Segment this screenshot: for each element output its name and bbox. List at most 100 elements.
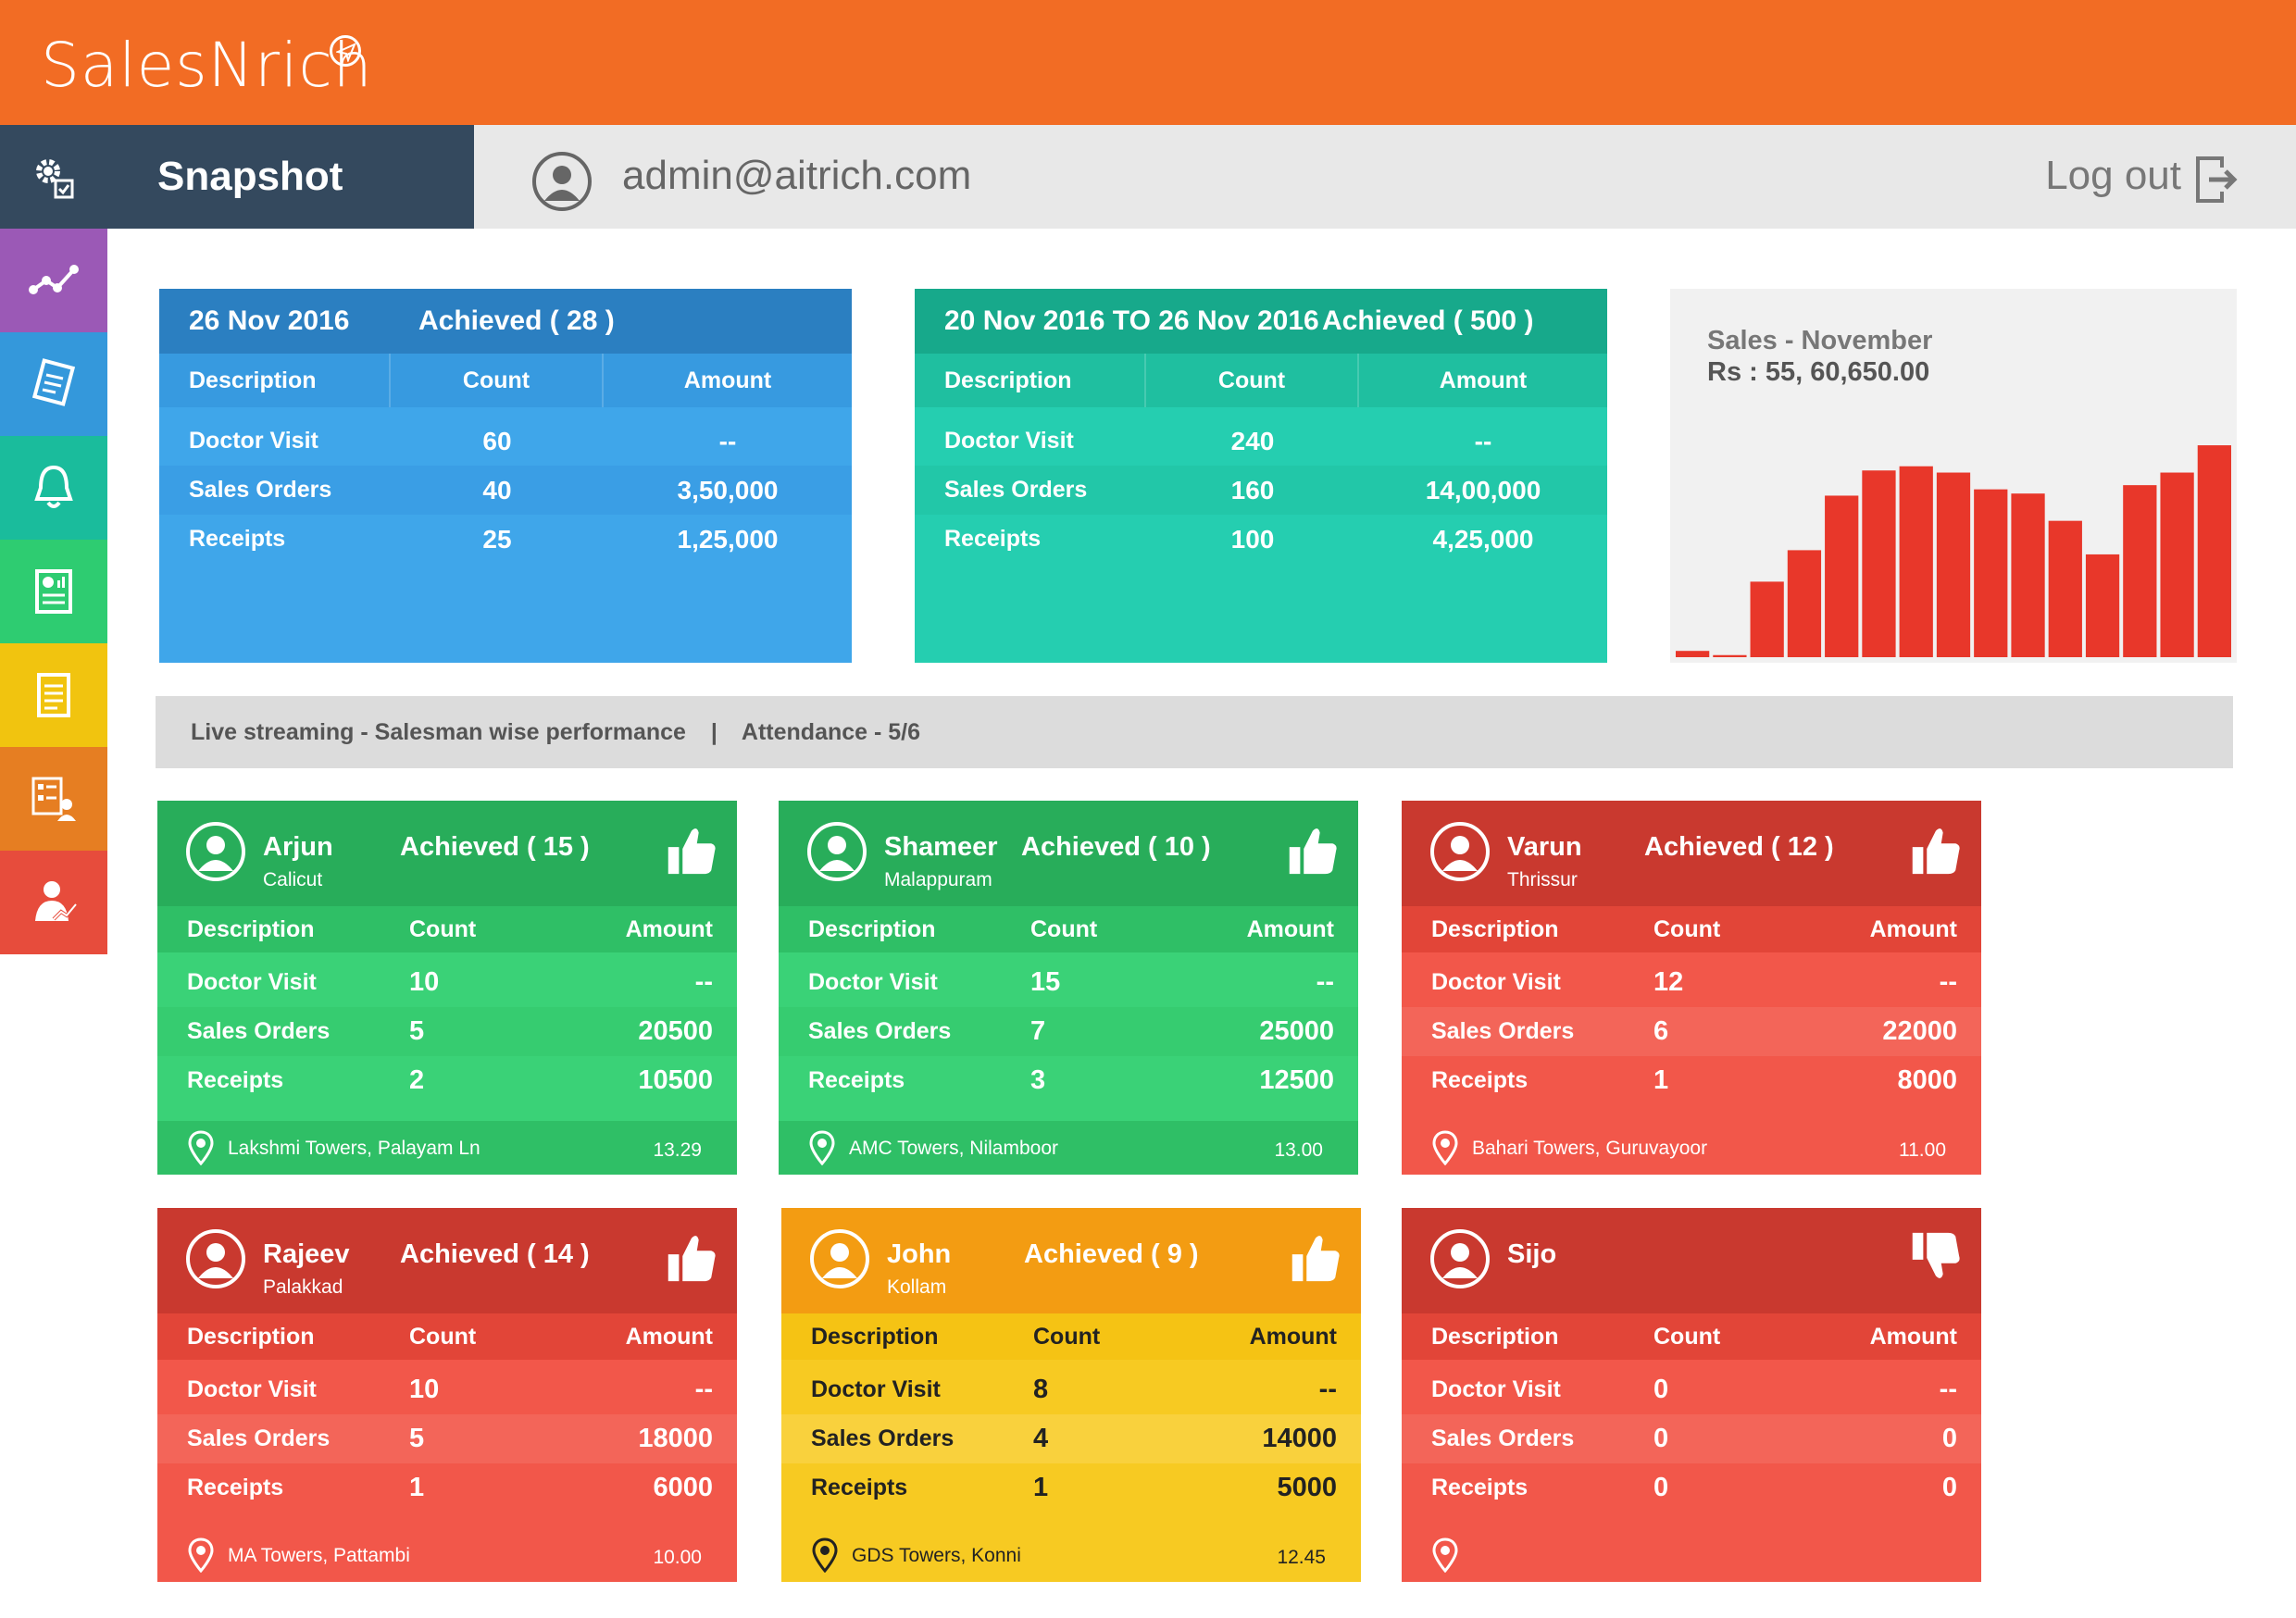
chart-bar: [2197, 445, 2231, 657]
salesman-header: Sijo: [1402, 1208, 1981, 1313]
location-pin-icon[interactable]: [187, 1537, 215, 1573]
thumbs-up-icon: [668, 828, 716, 875]
salesman-card[interactable]: Shameer Malappuram Achieved ( 10 ) Descr…: [779, 801, 1358, 1175]
chart-bar: [1974, 489, 2008, 657]
brand-logo[interactable]: SalesNrich: [41, 30, 373, 101]
chart-bar: [1825, 495, 1859, 657]
chart-bar: [1899, 466, 1933, 657]
live-streaming-bar: Live streaming - Salesman wise performan…: [156, 696, 2233, 768]
table-row: Sales Orders 4 14000: [781, 1414, 1361, 1463]
column-header: Amount: [625, 915, 713, 942]
sidebar-item-attendance[interactable]: [0, 747, 107, 851]
sidebar-item-reports[interactable]: [0, 540, 107, 643]
table-row: Receipts 0 0: [1402, 1463, 1981, 1512]
user-avatar-icon: [186, 1229, 245, 1288]
chart-bar: [2085, 554, 2120, 657]
salesman-city: Calicut: [263, 869, 323, 890]
sidebar-item-orders[interactable]: [0, 332, 107, 436]
salesman-card[interactable]: Arjun Calicut Achieved ( 15 ) Descriptio…: [157, 801, 737, 1175]
paper-plane-icon: [330, 35, 361, 67]
sidebar-item-settings[interactable]: [0, 125, 107, 229]
row-desc: Receipts: [811, 1475, 908, 1500]
summary-card-today: 26 Nov 2016 Achieved ( 28 ) Description …: [159, 289, 852, 663]
column-header: Amount: [1439, 367, 1528, 393]
user-avatar-icon: [807, 822, 867, 881]
table-row: Doctor Visit 8 --: [781, 1365, 1361, 1414]
sidebar-item-performance[interactable]: [0, 851, 107, 954]
salesman-location: GDS Towers, Konni: [852, 1545, 1021, 1566]
row-count: 25: [482, 524, 512, 554]
row-amount: 14,00,000: [1425, 475, 1541, 504]
table-row: Receipts 2 10500: [157, 1056, 737, 1105]
sidebar-item-documents[interactable]: [0, 643, 107, 747]
user-avatar-icon: [186, 822, 245, 881]
column-header: Amount: [683, 367, 772, 393]
salesman-header: Shameer Malappuram Achieved ( 10 ): [779, 801, 1358, 906]
column-header: Count: [1030, 915, 1098, 942]
table-header: Description Count Amount: [1402, 1313, 1981, 1360]
row-amount: 3,50,000: [677, 475, 779, 504]
location-pin-icon[interactable]: [187, 1130, 215, 1165]
thumbs-up-icon: [1292, 1236, 1340, 1282]
table-row: Sales Orders 40 3,50,000: [159, 466, 852, 515]
row-count: 0: [1653, 1473, 1669, 1502]
salesman-location: Bahari Towers, Guruvayoor: [1472, 1138, 1708, 1159]
location-pin-icon[interactable]: [811, 1537, 839, 1573]
column-header: Description: [187, 1323, 315, 1350]
row-desc: Receipts: [187, 1475, 284, 1500]
sidebar-item-notifications[interactable]: [0, 436, 107, 540]
salesman-achieved: Achieved ( 15 ): [400, 832, 590, 862]
salesman-header: Rajeev Palakkad Achieved ( 14 ): [157, 1208, 737, 1313]
chart-bar: [1750, 581, 1784, 657]
salesman-time: 10.00: [653, 1547, 702, 1568]
location-pin-icon[interactable]: [808, 1130, 836, 1165]
row-count: 15: [1030, 967, 1061, 997]
table-row: Sales Orders 6 22000: [1402, 1007, 1981, 1056]
salesman-name: Rajeev: [263, 1239, 350, 1269]
table-row: Receipts 1 5000: [781, 1463, 1361, 1512]
row-amount: --: [1939, 1375, 1957, 1404]
row-count: 160: [1230, 475, 1275, 504]
location-pin-icon[interactable]: [1431, 1537, 1459, 1573]
column-header: Description: [915, 354, 1146, 407]
sidebar: [0, 125, 107, 954]
salesman-name: Shameer: [884, 832, 998, 862]
row-amount: --: [694, 967, 713, 997]
row-desc: Doctor Visit: [189, 428, 318, 454]
salesman-card[interactable]: Sijo Description Count Amount Doctor Vis…: [1402, 1208, 1981, 1582]
column-header: Description: [808, 915, 936, 942]
chart-bar: [1787, 550, 1822, 657]
sidebar-item-analytics[interactable]: [0, 229, 107, 332]
row-count: 2: [409, 1065, 425, 1095]
column-header: Description: [811, 1323, 939, 1350]
row-desc: Receipts: [189, 526, 286, 552]
row-count: 40: [482, 475, 512, 504]
chart-bar: [1936, 472, 1971, 657]
row-amount: 18000: [638, 1424, 713, 1453]
row-amount: 1,25,000: [677, 524, 779, 554]
row-desc: Sales Orders: [1431, 1018, 1575, 1044]
user-avatar-icon: [532, 152, 592, 211]
salesman-header: Varun Thrissur Achieved ( 12 ): [1402, 801, 1981, 906]
location-pin-icon[interactable]: [1431, 1130, 1459, 1165]
attendance-label: Attendance - 5/6: [741, 719, 921, 745]
thumbs-up-icon: [1289, 828, 1337, 875]
table-row: Doctor Visit 0 --: [1402, 1365, 1981, 1414]
row-count: 7: [1030, 1016, 1046, 1046]
salesman-city: Palakkad: [263, 1276, 343, 1298]
logout-icon[interactable]: [2194, 155, 2239, 205]
logout-button[interactable]: Log out: [2045, 153, 2181, 199]
row-amount: --: [1474, 426, 1492, 455]
salesman-footer: MA Towers, Pattambi 10.00: [157, 1528, 737, 1582]
column-header: Count: [391, 354, 604, 407]
row-desc: Sales Orders: [808, 1018, 952, 1044]
table-row: Receipts 3 12500: [779, 1056, 1358, 1105]
salesman-card[interactable]: John Kollam Achieved ( 9 ) Description C…: [781, 1208, 1361, 1582]
row-amount: 5000: [1277, 1473, 1337, 1502]
salesman-card[interactable]: Varun Thrissur Achieved ( 12 ) Descripti…: [1402, 801, 1981, 1175]
bell-icon: [34, 465, 73, 508]
salesman-card[interactable]: Rajeev Palakkad Achieved ( 14 ) Descript…: [157, 1208, 737, 1582]
salesman-name: Varun: [1507, 832, 1582, 862]
tab-snapshot[interactable]: Snapshot: [107, 125, 474, 229]
table-row: Receipts 1 6000: [157, 1463, 737, 1512]
